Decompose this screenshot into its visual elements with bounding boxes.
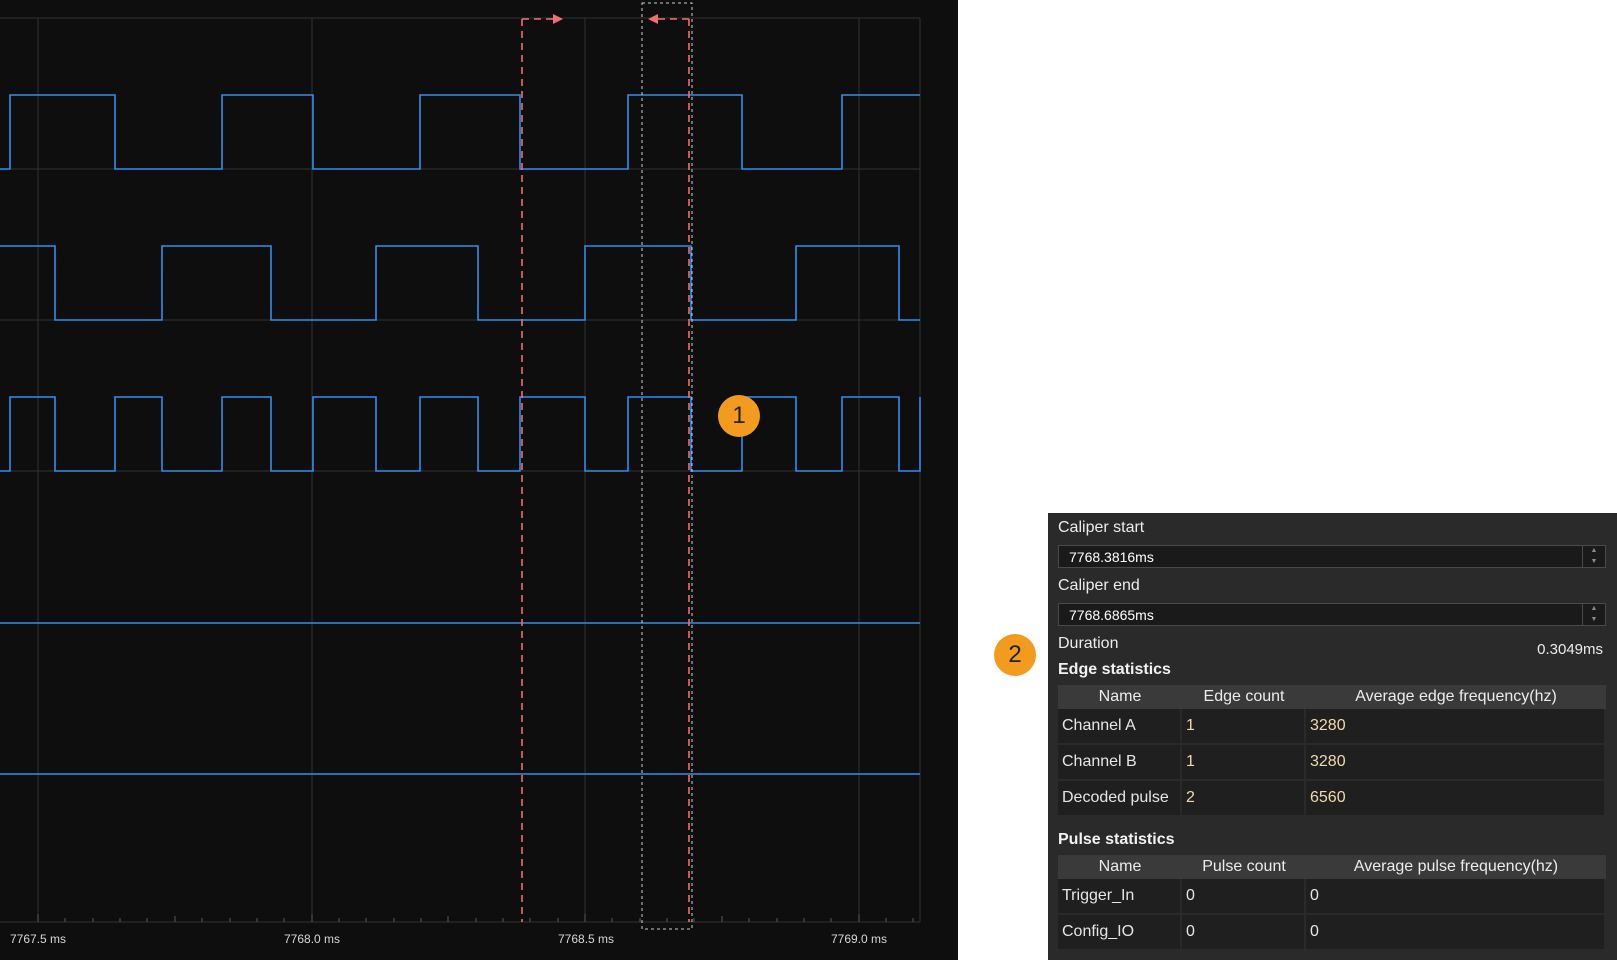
pulse-frequency: 0 [1306, 915, 1606, 951]
column-header[interactable]: Name [1058, 855, 1182, 879]
duration-label: Duration [1058, 635, 1119, 652]
time-tick-label: 7769.0 ms [831, 932, 887, 946]
pulse-count: 0 [1182, 915, 1306, 951]
table-row[interactable]: Channel A 1 3280 [1058, 709, 1606, 745]
duration-value: 0.3049ms [1537, 641, 1603, 658]
edge-count: 1 [1182, 709, 1306, 745]
time-tick-label: 7767.5 ms [10, 932, 66, 946]
chevron-down-icon[interactable]: ▼ [1583, 557, 1605, 567]
caliper-panel: Caliper start 7768.3816ms ▲ ▼ Caliper en… [1048, 513, 1617, 960]
chevron-up-icon[interactable]: ▲ [1583, 604, 1605, 614]
caliper-selection-box [641, 2, 693, 930]
edge-frequency: 3280 [1306, 709, 1606, 745]
caliper-start-input[interactable]: 7768.3816ms ▲ ▼ [1058, 545, 1606, 568]
waveform-canvas[interactable]: 7767.5 ms 7768.0 ms 7768.5 ms 7769.0 ms [0, 0, 958, 960]
edge-frequency: 6560 [1306, 781, 1606, 817]
caliper-end-input[interactable]: 7768.6865ms ▲ ▼ [1058, 603, 1606, 626]
caliper-end-label: Caliper end [1058, 577, 1140, 594]
edge-count: 1 [1182, 745, 1306, 781]
time-axis-ticks [37, 914, 914, 922]
caliper-start-stepper[interactable]: ▲ ▼ [1582, 546, 1605, 567]
caliper-start-marker[interactable] [521, 14, 563, 922]
chevron-up-icon[interactable]: ▲ [1583, 546, 1605, 556]
table-row[interactable]: Channel B 1 3280 [1058, 745, 1606, 781]
caliper-start-label: Caliper start [1058, 519, 1145, 536]
time-tick-label: 7768.0 ms [284, 932, 340, 946]
signal-traces [0, 94, 921, 775]
table-header-row: Name Edge count Average edge frequency(h… [1058, 685, 1606, 709]
row-name: Channel A [1058, 709, 1182, 745]
chevron-down-icon[interactable]: ▼ [1583, 615, 1605, 625]
column-header[interactable]: Edge count [1182, 685, 1306, 709]
caliper-start-value[interactable]: 7768.3816ms [1069, 549, 1154, 565]
row-name: Channel B [1058, 745, 1182, 781]
row-name: Config_IO [1058, 915, 1182, 951]
waveform-view[interactable]: 7767.5 ms 7768.0 ms 7768.5 ms 7769.0 ms … [0, 0, 958, 960]
edge-statistics-table: Name Edge count Average edge frequency(h… [1058, 685, 1606, 817]
time-tick-label: 7768.5 ms [558, 932, 614, 946]
row-name: Trigger_In [1058, 879, 1182, 915]
edge-frequency: 3280 [1306, 745, 1606, 781]
table-row[interactable]: Decoded pulse 2 6560 [1058, 781, 1606, 817]
table-row[interactable]: Trigger_In 0 0 [1058, 879, 1606, 915]
column-header[interactable]: Pulse count [1182, 855, 1306, 879]
table-row[interactable]: Config_IO 0 0 [1058, 915, 1606, 951]
edge-count: 2 [1182, 781, 1306, 817]
caliper-end-stepper[interactable]: ▲ ▼ [1582, 604, 1605, 625]
grid [0, 17, 921, 923]
column-header[interactable]: Name [1058, 685, 1182, 709]
table-header-row: Name Pulse count Average pulse frequency… [1058, 855, 1606, 879]
pulse-statistics-table: Name Pulse count Average pulse frequency… [1058, 855, 1606, 951]
pulse-statistics-title: Pulse statistics [1058, 831, 1175, 848]
pulse-frequency: 0 [1306, 879, 1606, 915]
column-header[interactable]: Average edge frequency(hz) [1306, 685, 1606, 709]
edge-statistics-title: Edge statistics [1058, 661, 1171, 678]
pulse-count: 0 [1182, 879, 1306, 915]
trace-channel-b [0, 245, 920, 321]
trace-decoded-pulse [0, 396, 921, 472]
trace-channel-a [0, 94, 920, 170]
row-name: Decoded pulse [1058, 781, 1182, 817]
column-header[interactable]: Average pulse frequency(hz) [1306, 855, 1606, 879]
caliper-end-marker[interactable] [648, 14, 690, 922]
callout-badge-1: 1 [718, 395, 760, 437]
callout-badge-2: 2 [994, 634, 1036, 676]
caliper-end-value[interactable]: 7768.6865ms [1069, 607, 1154, 623]
